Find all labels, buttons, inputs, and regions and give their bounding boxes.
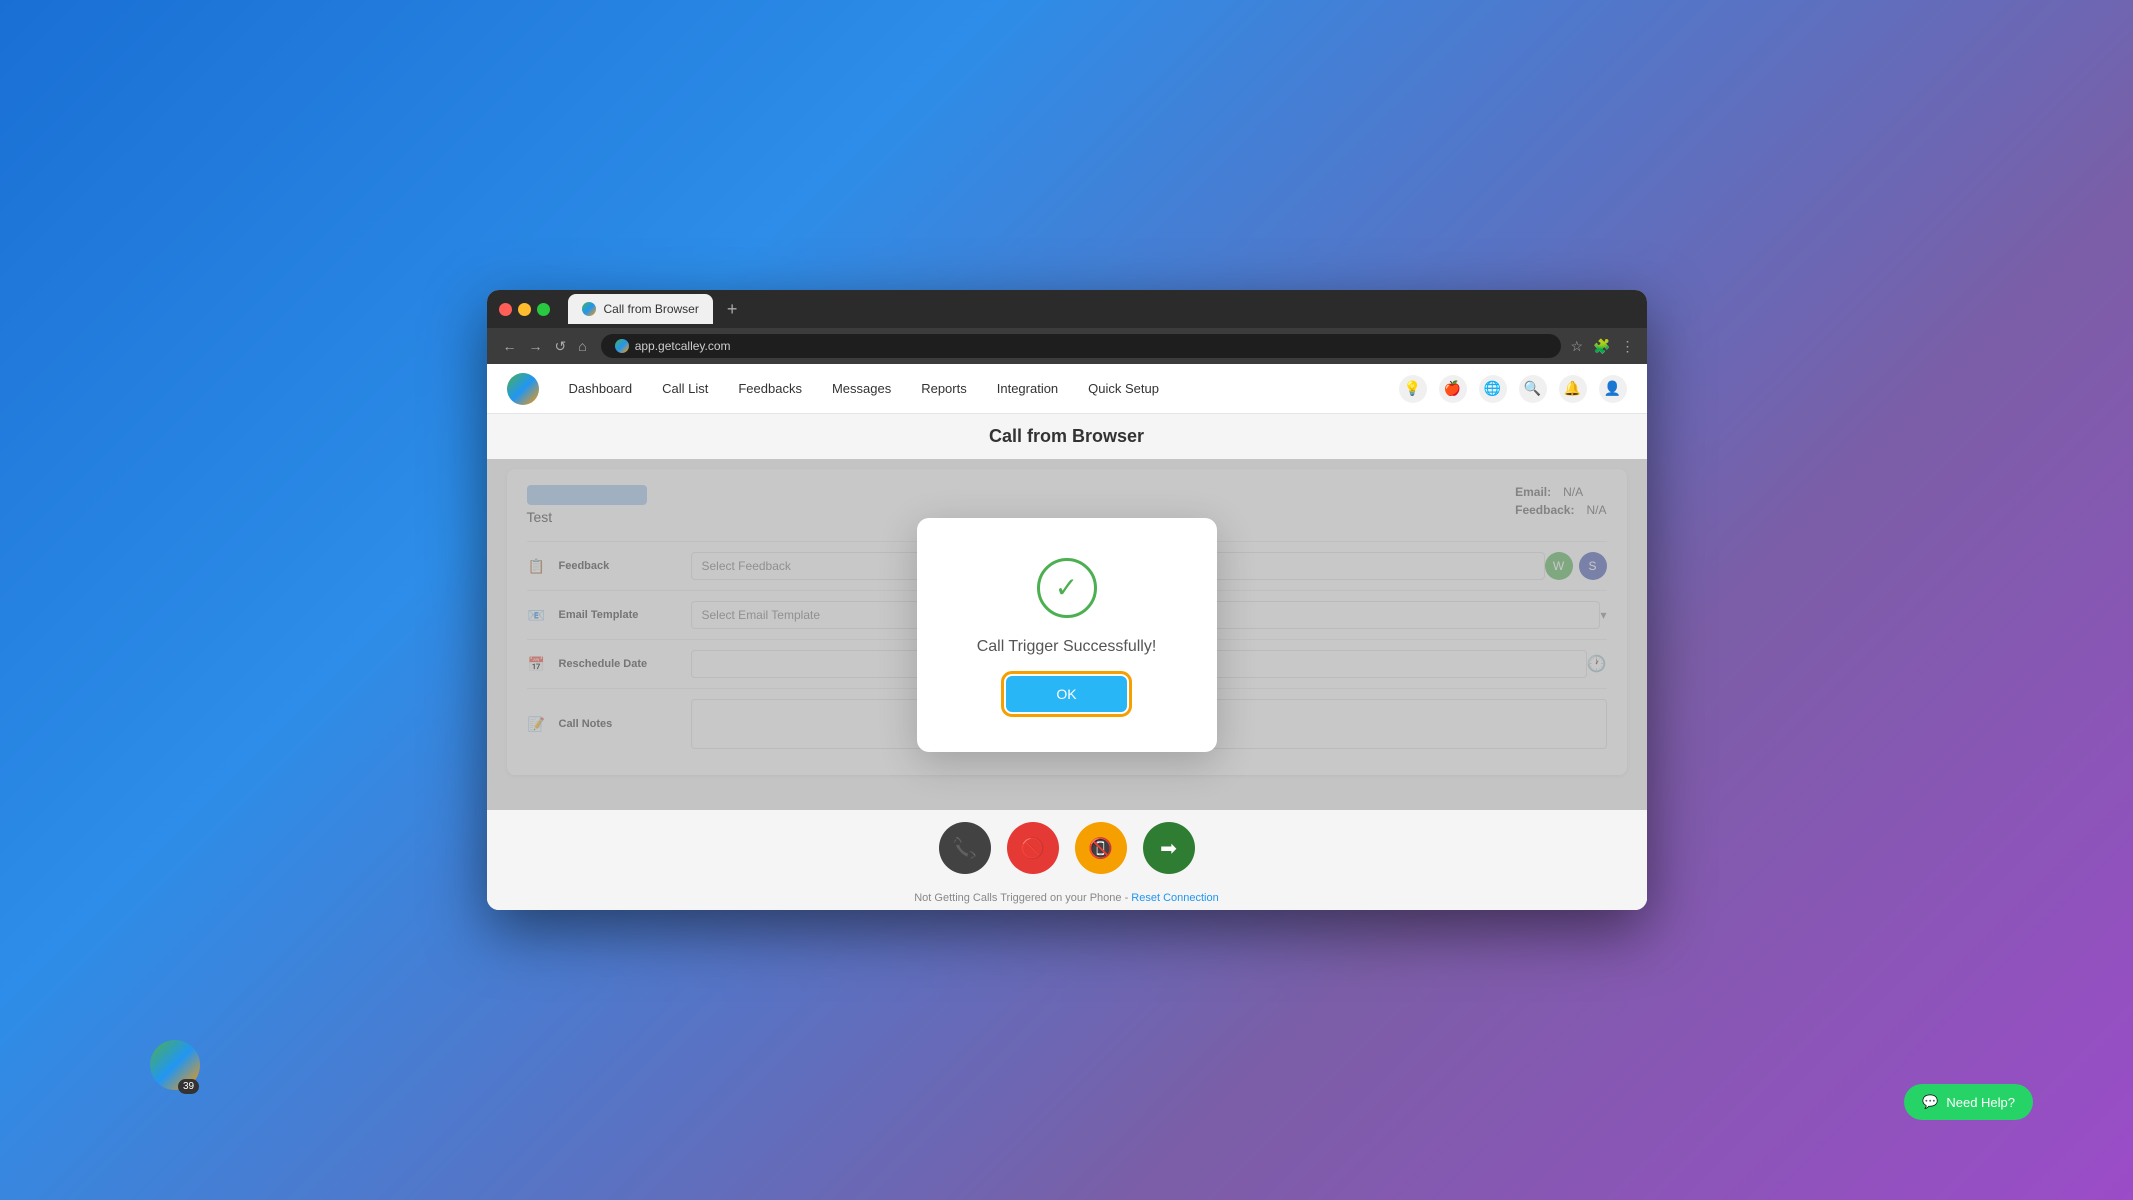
mute-button[interactable]: 📵	[1075, 822, 1127, 874]
nav-dashboard[interactable]: Dashboard	[569, 381, 633, 396]
nav-calllist[interactable]: Call List	[662, 381, 708, 396]
app-content: Dashboard Call List Feedbacks Messages R…	[487, 364, 1647, 910]
whatsapp-icon: 💬	[1922, 1094, 1938, 1110]
home-button[interactable]: ⌂	[574, 336, 590, 357]
end-call-button[interactable]: 🚫	[1007, 822, 1059, 874]
search-icon[interactable]: 🔍	[1519, 375, 1547, 403]
nav-quicksetup[interactable]: Quick Setup	[1088, 381, 1159, 396]
tab-title: Call from Browser	[604, 302, 699, 316]
app-nav: Dashboard Call List Feedbacks Messages R…	[487, 364, 1647, 414]
nav-buttons: ← → ↺ ⌂	[499, 336, 591, 357]
back-button[interactable]: ←	[499, 336, 521, 357]
need-help-button[interactable]: 💬 Need Help?	[1904, 1084, 2033, 1120]
modal-message: Call Trigger Successfully!	[977, 638, 1157, 656]
address-bar: ← → ↺ ⌂ app.getcalley.com ☆ 🧩 ⋮	[487, 328, 1647, 364]
tab-bar: Call from Browser +	[568, 294, 1635, 324]
globe-icon[interactable]: 🌐	[1479, 375, 1507, 403]
apple-icon[interactable]: 🍎	[1439, 375, 1467, 403]
user-icon[interactable]: 👤	[1599, 375, 1627, 403]
traffic-lights	[499, 303, 550, 316]
app-footer: Not Getting Calls Triggered on your Phon…	[487, 886, 1647, 910]
nav-reports[interactable]: Reports	[921, 381, 967, 396]
browser-window: Call from Browser + ← → ↺ ⌂ app.getcalle…	[487, 290, 1647, 910]
call-button[interactable]: 📞	[939, 822, 991, 874]
bell-icon[interactable]: 🔔	[1559, 375, 1587, 403]
address-text: app.getcalley.com	[635, 339, 731, 353]
main-content: Test Email: N/A Feedback: N/A	[487, 459, 1647, 810]
forward-button[interactable]: →	[525, 336, 547, 357]
menu-icon[interactable]: ⋮	[1621, 338, 1635, 355]
success-modal: ✓ Call Trigger Successfully! OK	[917, 518, 1217, 752]
minimize-traffic-light[interactable]	[518, 303, 531, 316]
nav-right-icons: 💡 🍎 🌐 🔍 🔔 👤	[1399, 375, 1627, 403]
phone-controls: 📞 🚫 📵 ➡	[487, 810, 1647, 886]
site-favicon	[615, 339, 629, 353]
active-tab[interactable]: Call from Browser	[568, 294, 713, 324]
need-help-label: Need Help?	[1946, 1095, 2015, 1110]
fullscreen-traffic-light[interactable]	[537, 303, 550, 316]
transfer-button[interactable]: ➡	[1143, 822, 1195, 874]
checkmark-icon: ✓	[1055, 571, 1078, 604]
tab-favicon	[582, 302, 596, 316]
nav-integration[interactable]: Integration	[997, 381, 1058, 396]
logo-badge: 39	[178, 1079, 199, 1094]
address-input-container[interactable]: app.getcalley.com	[601, 334, 1561, 358]
success-icon-circle: ✓	[1037, 558, 1097, 618]
reset-connection-link[interactable]: Reset Connection	[1131, 892, 1218, 904]
modal-ok-button[interactable]: OK	[1006, 676, 1126, 712]
title-bar: Call from Browser +	[487, 290, 1647, 328]
nav-messages[interactable]: Messages	[832, 381, 891, 396]
close-traffic-light[interactable]	[499, 303, 512, 316]
modal-overlay: ✓ Call Trigger Successfully! OK	[487, 459, 1647, 810]
new-tab-button[interactable]: +	[719, 297, 746, 322]
toolbar-icons: ☆ 🧩 ⋮	[1571, 338, 1635, 355]
bookmark-icon[interactable]: ☆	[1571, 338, 1584, 355]
reload-button[interactable]: ↺	[551, 336, 571, 357]
footer-text: Not Getting Calls Triggered on your Phon…	[914, 892, 1131, 904]
theme-toggle-icon[interactable]: 💡	[1399, 375, 1427, 403]
app-logo[interactable]	[507, 373, 539, 405]
page-title: Call from Browser	[487, 414, 1647, 459]
nav-feedbacks[interactable]: Feedbacks	[738, 381, 802, 396]
extensions-icon[interactable]: 🧩	[1593, 338, 1610, 355]
